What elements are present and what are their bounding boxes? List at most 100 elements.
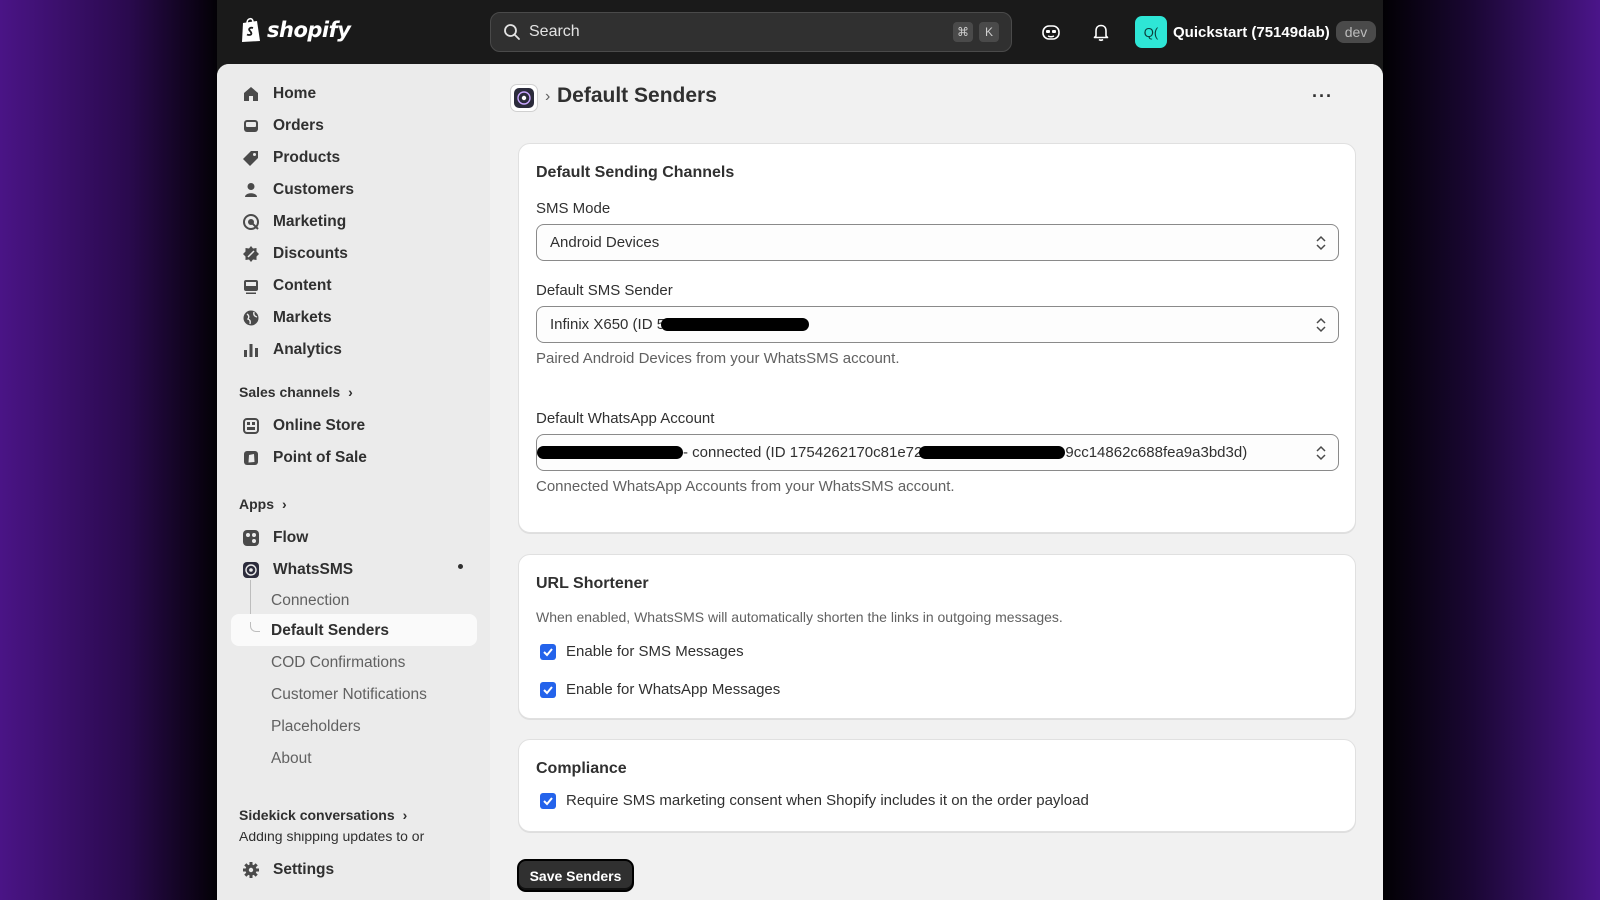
sms-mode-select[interactable]: Android Devices [536,224,1339,261]
globe-icon [241,308,261,328]
sidebar-item-customers[interactable]: Customers [231,174,477,206]
discount-icon [241,244,261,264]
sms-shortener-label: Enable for SMS Messages [566,643,744,660]
sidebar-item-label: Settings [273,861,335,878]
sidebar-item-products[interactable]: Products [231,142,477,174]
sms-sender-select[interactable]: Infinix X650 (ID 5 [536,306,1339,343]
whatsapp-account-label: Default WhatsApp Account [536,410,715,427]
select-caret-icon [1316,235,1326,251]
sidebar-item-label: WhatsSMS [273,561,354,578]
consent-checkbox-row[interactable]: Require SMS marketing consent when Shopi… [540,792,1089,809]
default-sending-channels-card: Default Sending Channels SMS Mode Androi… [518,143,1356,533]
sidekick-heading[interactable]: Sidekick conversations › [239,807,407,823]
subnav-customer-notifications[interactable]: Customer Notifications [271,686,427,704]
sms-sender-help: Paired Android Devices from your WhatsSM… [536,350,900,367]
sms-shortener-checkbox-row[interactable]: Enable for SMS Messages [540,643,744,660]
chevron-right-icon: › [282,496,287,512]
whatsapp-shortener-checkbox-row[interactable]: Enable for WhatsApp Messages [540,681,780,698]
checkbox-checked[interactable] [540,681,556,698]
shortcut-key-cmd: ⌘ [953,22,973,42]
sidebar-item-marketing[interactable]: Marketing [231,206,477,238]
sidebar-item-whatssms[interactable]: WhatsSMS [231,554,477,586]
subnav-about[interactable]: About [271,750,312,768]
sidebar-item-label: Markets [273,309,332,326]
card-title: Default Sending Channels [536,164,735,181]
sidebar-item-label: Products [273,149,341,166]
shopify-logo[interactable]: shopify [239,16,351,44]
pin-dot [458,564,463,569]
bar-chart-icon [241,340,261,360]
sidebar-item-label: Online Store [273,417,366,434]
account-menu[interactable]: Q( Quickstart (75149dab) dev [1135,16,1377,48]
card-title: Compliance [536,760,627,777]
sidebar-item-flow[interactable]: Flow [231,522,477,554]
shopify-bag-icon [242,17,260,42]
sidekick-preview-text: Adding shipping updates to or [239,832,425,844]
sales-channels-heading[interactable]: Sales channels › [239,384,353,400]
apps-heading[interactable]: Apps › [239,496,287,512]
home-icon [241,84,261,104]
subnav-default-senders[interactable]: Default Senders [271,622,389,640]
content-icon [241,276,261,296]
sidebar-item-point-of-sale[interactable]: Point of Sale [231,442,477,474]
shortcut-key-k: K [979,22,999,42]
apps-label: Apps [239,496,274,512]
top-bar: shopify Search ⌘ K Q(Quickstart (75149d… [217,0,1383,64]
main-panel: Home Orders Products Customers Marketing… [217,64,1383,900]
dev-badge: dev [1335,21,1377,43]
checkbox-checked[interactable] [540,792,556,809]
sidebar-item-label: Point of Sale [273,449,367,466]
save-senders-button[interactable]: Save Senders [517,859,634,892]
whatsapp-account-select[interactable]: - connected (ID 1754262170c81e72 9cc1486… [536,434,1339,471]
tag-icon [241,148,261,168]
sidebar-item-discounts[interactable]: Discounts [231,238,477,270]
more-actions-icon[interactable]: ··· [1312,86,1333,107]
sidebar-item-markets[interactable]: Markets [231,302,477,334]
whatsapp-account-help: Connected WhatsApp Accounts from your Wh… [536,478,955,495]
flow-icon [241,528,261,548]
pos-icon [241,448,261,468]
sidebar-item-label: Discounts [273,245,348,262]
url-shortener-card: URL Shortener When enabled, WhatsSMS wil… [518,554,1356,719]
sms-mode-value: Android Devices [550,234,660,251]
sidekick-conversation-preview[interactable]: Adding shipping updates to or [239,832,469,846]
select-caret-icon [1316,445,1326,461]
inbox-icon [241,116,261,136]
target-icon [241,212,261,232]
subnav-placeholders[interactable]: Placeholders [271,718,361,736]
search-bar[interactable]: Search ⌘ K [490,12,1012,52]
sidebar-item-orders[interactable]: Orders [231,110,477,142]
whatssms-icon [241,560,261,580]
sidebar-item-settings[interactable]: Settings [231,854,477,886]
whatsapp-account-value: - connected (ID 1754262170c81e72 [683,444,923,461]
admin-window: shopify Search ⌘ K Q(Quickstart (75149d… [217,0,1383,900]
subnav-cod-confirmations[interactable]: COD Confirmations [271,654,405,672]
sidebar-item-label: Customers [273,181,354,198]
sidebar-item-content[interactable]: Content [231,270,477,302]
subnav-connection[interactable]: Connection [271,592,349,610]
store-name: Quickstart (75149dab) [1173,23,1330,41]
breadcrumb-chevron-icon: › [545,88,551,105]
chevron-right-icon: › [348,384,353,400]
sidebar-item-analytics[interactable]: Analytics [231,334,477,366]
logo-wordmark: shopify [267,18,351,42]
sidekick-icon[interactable] [1039,20,1063,44]
consent-label: Require SMS marketing consent when Shopi… [566,792,1089,809]
sms-sender-label: Default SMS Sender [536,282,673,299]
bell-icon[interactable] [1089,20,1113,44]
sidebar-item-home[interactable]: Home [231,78,477,110]
app-icon[interactable] [510,84,538,112]
sidebar-item-label: Home [273,85,317,102]
sidebar-item-label: Flow [273,529,309,546]
select-caret-icon [1316,317,1326,333]
sidebar-item-online-store[interactable]: Online Store [231,410,477,442]
url-shortener-description: When enabled, WhatsSMS will automaticall… [536,609,1063,625]
checkbox-checked[interactable] [540,643,556,660]
person-icon [241,180,261,200]
sidebar-item-label: Content [273,277,332,294]
sidebar-item-label: Orders [273,117,324,134]
chevron-right-icon: › [402,807,408,823]
sidebar-item-label: Analytics [273,341,342,358]
main-content: › Default Senders ··· Default Sending Ch… [490,64,1383,900]
compliance-card: Compliance Require SMS marketing consent… [518,739,1356,832]
